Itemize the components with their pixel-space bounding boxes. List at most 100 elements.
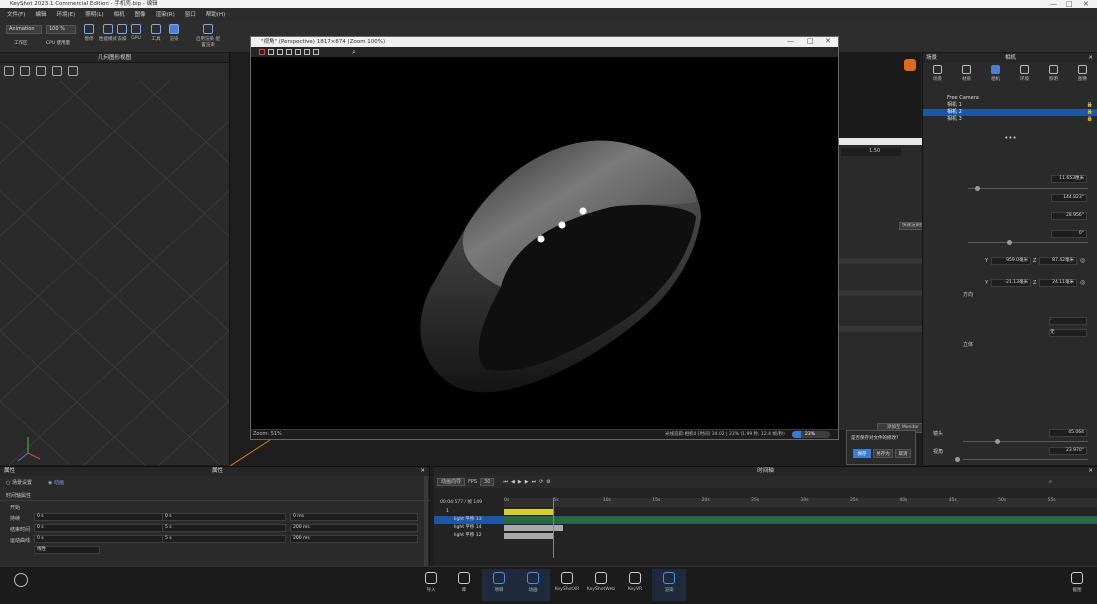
camera-item-3[interactable]: 相机 3 🔒 [923, 116, 1097, 123]
panel-close-icon[interactable]: ✕ [1088, 53, 1093, 63]
maximize-button[interactable]: □ [1066, 0, 1073, 8]
render-minimize-button[interactable]: — [787, 37, 794, 46]
menu-help[interactable]: 帮助(H) [201, 10, 230, 18]
dock-item-animation[interactable]: 动画 [516, 569, 550, 601]
twist-field[interactable]: 0° [1051, 230, 1087, 238]
menu-window[interactable]: 窗口 [180, 10, 201, 18]
dock-item-render[interactable]: 渲染 [652, 569, 686, 601]
step-forward-icon[interactable]: ▶ [525, 479, 529, 485]
position-y-field[interactable]: 959.0毫米 [991, 257, 1031, 265]
skip-back-icon[interactable]: ⏮ [503, 479, 508, 485]
dock-item-import[interactable]: 导入 [414, 569, 448, 601]
inclination-field[interactable]: 28.956° [1051, 212, 1087, 220]
search-icon[interactable]: ⌕ [352, 48, 356, 57]
fps-select[interactable]: 30 [480, 478, 495, 486]
render-button[interactable]: 渲染 [163, 23, 185, 49]
panel-more-icon[interactable]: ••• [923, 135, 1097, 142]
panel-close-icon[interactable]: ✕ [1088, 467, 1093, 476]
track-bar[interactable] [504, 533, 554, 539]
twist-slider[interactable] [968, 242, 1088, 243]
network-icon[interactable] [68, 66, 78, 76]
camera-item-2[interactable]: 相机 2 🔒 [923, 109, 1097, 116]
mode-select[interactable]: Animation [6, 25, 42, 34]
settings-icon[interactable] [313, 49, 319, 55]
pause-icon[interactable] [268, 49, 274, 55]
lock-icon[interactable]: 🔒 [1087, 109, 1093, 116]
menu-environment[interactable]: 环境(E) [51, 10, 80, 18]
gpu-button[interactable]: GPU [125, 23, 147, 49]
fov-field[interactable]: 23.970° [1049, 447, 1087, 455]
lock-icon[interactable]: 🔒 [1087, 116, 1093, 123]
render-status-icon[interactable] [904, 59, 916, 71]
panel-close-icon[interactable]: ✕ [420, 467, 425, 476]
zoom-icon[interactable] [304, 49, 310, 55]
dock-item-project[interactable]: 项目 [482, 569, 516, 601]
cpu-label[interactable]: CPU 使用量 [46, 40, 70, 46]
fov-slider-knob[interactable] [955, 457, 960, 462]
camera-item-1[interactable]: 相机 1 🔒 [923, 102, 1097, 109]
menu-lighting[interactable]: 照明(L) [80, 10, 108, 18]
tab-material[interactable]: 材质 [956, 65, 978, 83]
dock-item-screenshot[interactable]: 截图 [1060, 569, 1094, 601]
track-bar[interactable] [504, 517, 1097, 523]
box-icon[interactable] [20, 66, 30, 76]
tab-lighting[interactable]: 照明 [1043, 65, 1065, 83]
layers-icon[interactable] [52, 66, 62, 76]
tab-image[interactable]: 图像 [1072, 65, 1094, 83]
timeline-track-row[interactable]: light 平移 14 [434, 524, 1097, 532]
view-eye-icon[interactable] [14, 573, 28, 587]
twist-slider-knob[interactable] [1007, 240, 1012, 245]
dock-item-web[interactable]: KeyShotWeb [584, 569, 618, 601]
save-button[interactable]: 保存 [853, 449, 871, 458]
distance-slider[interactable] [968, 188, 1088, 189]
tab-scene[interactable]: 场景 [927, 65, 949, 83]
fov-slider[interactable] [963, 459, 1088, 460]
camera-item-free[interactable]: Free Camera [923, 95, 1097, 102]
skip-forward-icon[interactable]: ⏭ [532, 479, 537, 485]
workspace-label[interactable]: 工作区 [14, 40, 28, 46]
motion-curve-select[interactable]: 线性 [34, 546, 100, 554]
properties-scrollbar[interactable] [424, 476, 428, 566]
dock-item-book[interactable]: 库 [447, 569, 481, 601]
rendered-model-image[interactable] [251, 57, 838, 429]
select-field-2[interactable]: 无 [1049, 329, 1087, 337]
zoom-select[interactable]: 100 % [46, 25, 76, 34]
animation-wizard-button[interactable]: 动画向导 [437, 478, 466, 486]
playhead[interactable] [553, 498, 555, 558]
dock-item-vr[interactable]: KeyVR [618, 569, 652, 601]
timeline-track-row[interactable]: light 平移 12 [434, 532, 1097, 540]
render-close-button[interactable]: ✕ [825, 37, 831, 46]
target-icon[interactable]: ◎ [1080, 257, 1085, 264]
crop-icon[interactable] [286, 49, 292, 55]
menu-camera[interactable]: 相机 [109, 10, 130, 18]
stop-icon[interactable] [259, 49, 265, 55]
tab-camera[interactable]: 相机 [985, 65, 1007, 83]
lens-slider[interactable] [963, 441, 1088, 442]
timeline-track-row[interactable]: light 平移 13 [434, 516, 1097, 524]
target-icon[interactable]: ◎ [1080, 279, 1085, 286]
tab-environment[interactable]: 环境 [1014, 65, 1036, 83]
lock-icon[interactable]: 🔒 [1087, 102, 1093, 109]
position-y2-field[interactable]: -21.13毫米 [991, 279, 1031, 287]
cancel-button[interactable]: 取消 [895, 449, 911, 458]
azimuth-field[interactable]: 144.823° [1051, 194, 1087, 202]
dock-item-xr[interactable]: KeyShotXR [550, 569, 584, 601]
lens-field[interactable]: 45.064 [1049, 429, 1087, 437]
position-z-field[interactable]: 87.42毫米 [1039, 257, 1077, 265]
timeline-ruler[interactable]: 0s5s10s15s20s25s30s35s40s45s50s55s60s [504, 498, 1097, 507]
distance-field[interactable]: 11.653厘米 [1051, 175, 1087, 183]
nurbs-button[interactable]: 启用渲染 配置渲染 [195, 23, 221, 49]
camera-icon[interactable] [36, 66, 46, 76]
gear-icon[interactable] [4, 66, 14, 76]
menu-image[interactable]: 图像 [130, 10, 151, 18]
position-z2-field[interactable]: 24.11毫米 [1039, 279, 1077, 287]
play-icon[interactable]: ▶ [518, 479, 522, 485]
minimize-button[interactable]: — [1050, 0, 1057, 8]
save-icon[interactable] [295, 49, 301, 55]
timeline-properties-section[interactable]: 时间轴属性 [6, 492, 31, 499]
close-button[interactable]: ✕ [1083, 0, 1089, 8]
menu-file[interactable]: 文件(F) [2, 10, 30, 18]
step-back-icon[interactable]: ◀ [511, 479, 515, 485]
select-field-1[interactable]: - [1049, 317, 1087, 325]
render-maximize-button[interactable]: □ [807, 37, 814, 46]
